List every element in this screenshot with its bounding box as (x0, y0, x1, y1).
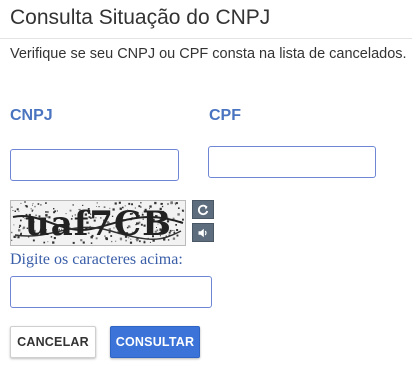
captcha-refresh-button[interactable] (192, 200, 214, 219)
captcha-graphic: uaf7CB (11, 201, 185, 244)
consulta-form-page: Consulta Situação do CNPJ Verifique se s… (0, 0, 412, 366)
refresh-icon (198, 204, 209, 215)
cnpj-label: CNPJ (10, 107, 53, 124)
speaker-icon (198, 228, 207, 237)
captcha-hint: Digite os caracteres acima: (10, 251, 183, 268)
cpf-input[interactable] (208, 146, 376, 178)
page-title: Consulta Situação do CNPJ (10, 6, 271, 29)
submit-button[interactable]: CONSULTAR (110, 326, 200, 358)
captcha-text: uaf7CB (25, 204, 172, 244)
captcha-input[interactable] (10, 276, 212, 308)
cnpj-input[interactable] (10, 149, 179, 181)
captcha-image: uaf7CB (10, 200, 186, 246)
captcha-audio-button[interactable] (192, 223, 214, 242)
cancel-button[interactable]: CANCELAR (10, 326, 96, 358)
cpf-label: CPF (209, 107, 241, 124)
page-subtitle: Verifique se seu CNPJ ou CPF consta na l… (10, 46, 407, 62)
title-divider (0, 38, 412, 39)
